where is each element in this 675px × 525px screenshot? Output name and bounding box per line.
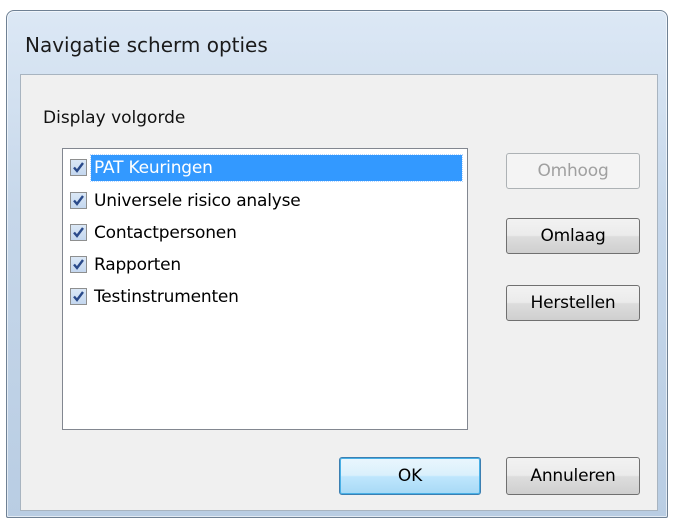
list-item-label: Contactpersonen bbox=[94, 222, 237, 243]
dialog-title: Navigatie scherm opties bbox=[25, 33, 268, 57]
list-item[interactable]: Universele risico analyse bbox=[68, 186, 462, 215]
checkbox[interactable] bbox=[70, 288, 87, 305]
checkbox[interactable] bbox=[70, 256, 87, 273]
checkmark-icon bbox=[73, 195, 84, 206]
checkmark-icon bbox=[73, 227, 84, 238]
dialog-client-area: Display volgorde PAT Keuringen Universel… bbox=[20, 74, 658, 511]
list-item[interactable]: PAT Keuringen bbox=[68, 153, 463, 182]
checkmark-icon bbox=[73, 162, 84, 173]
move-down-button[interactable]: Omlaag bbox=[506, 218, 640, 254]
ok-button[interactable]: OK bbox=[339, 457, 481, 495]
checkmark-icon bbox=[73, 291, 84, 302]
checkmark-icon bbox=[73, 259, 84, 270]
navigation-items-list[interactable]: PAT Keuringen Universele risico analyse … bbox=[62, 148, 468, 430]
checkbox[interactable] bbox=[70, 159, 87, 176]
checkbox[interactable] bbox=[70, 224, 87, 241]
list-item[interactable]: Testinstrumenten bbox=[68, 282, 462, 311]
display-order-label: Display volgorde bbox=[43, 108, 186, 128]
list-item-label: Testinstrumenten bbox=[94, 286, 239, 307]
list-item-label: Rapporten bbox=[94, 254, 181, 275]
list-item-label: Universele risico analyse bbox=[94, 190, 301, 211]
list-item-label: PAT Keuringen bbox=[90, 153, 463, 182]
reset-button[interactable]: Herstellen bbox=[506, 285, 640, 321]
list-item[interactable]: Rapporten bbox=[68, 250, 462, 279]
list-item[interactable]: Contactpersonen bbox=[68, 218, 462, 247]
cancel-button[interactable]: Annuleren bbox=[506, 457, 640, 495]
move-up-button[interactable]: Omhoog bbox=[506, 153, 640, 189]
dialog-window: Navigatie scherm opties Display volgorde… bbox=[6, 10, 668, 518]
checkbox[interactable] bbox=[70, 192, 87, 209]
